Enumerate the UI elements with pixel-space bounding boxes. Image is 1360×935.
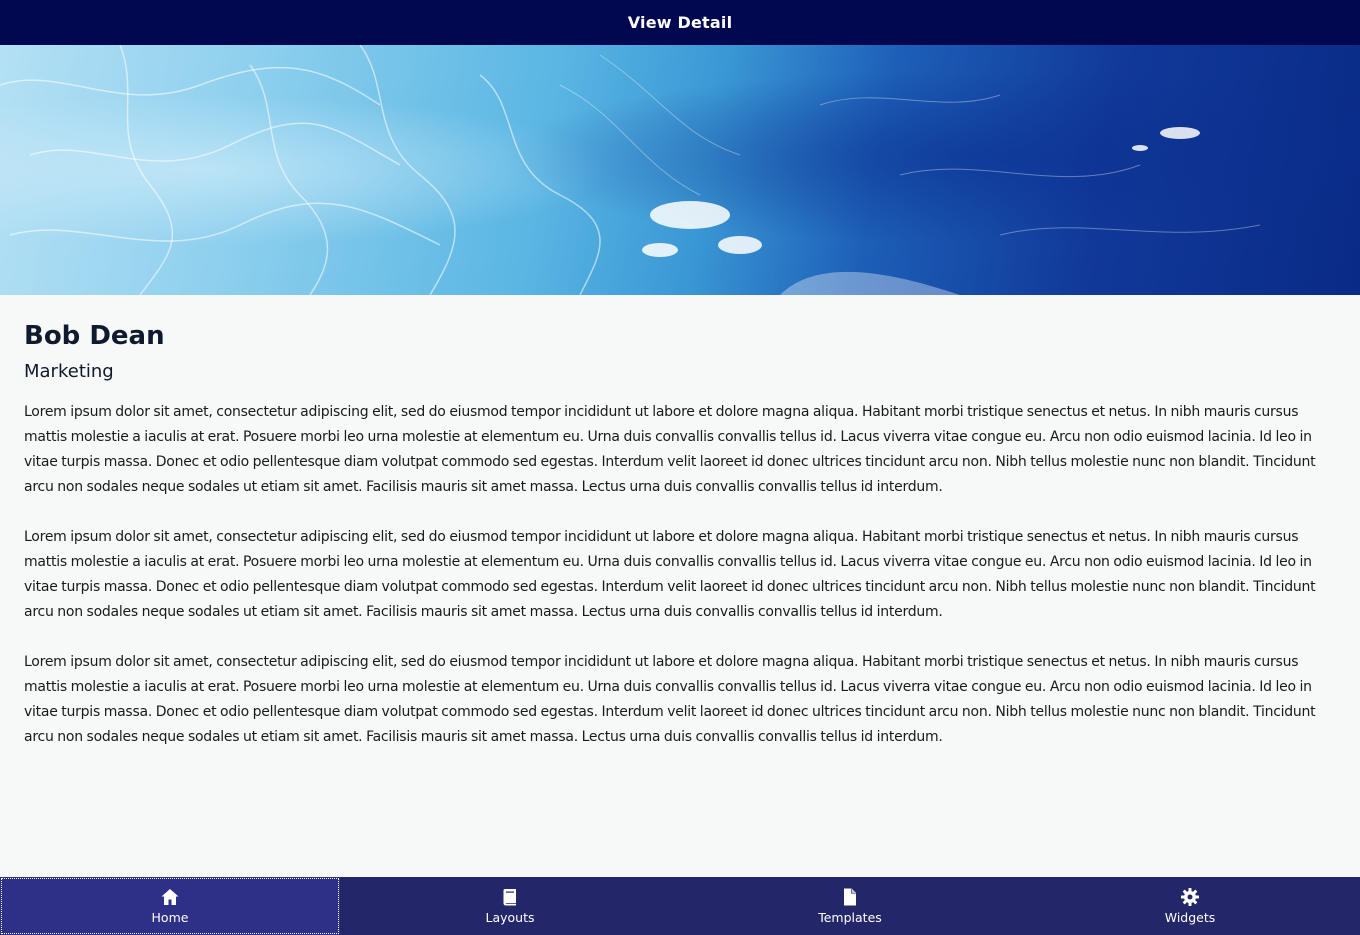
profile-department: Marketing bbox=[24, 361, 114, 382]
hero-banner bbox=[0, 45, 1360, 295]
description-paragraph: Lorem ipsum dolor sit amet, consectetur … bbox=[24, 529, 1316, 620]
gear-icon bbox=[1181, 887, 1199, 906]
page-title: View Detail bbox=[627, 13, 733, 32]
nav-item-templates[interactable]: Templates bbox=[680, 877, 1020, 935]
nav-item-widgets[interactable]: Widgets bbox=[1020, 877, 1360, 935]
nav-label: Widgets bbox=[1164, 909, 1216, 925]
ocean-water-wave-image bbox=[0, 45, 1360, 295]
nav-item-home[interactable]: Home bbox=[0, 877, 340, 935]
nav-item-layouts[interactable]: Layouts bbox=[340, 877, 680, 935]
app-header: View Detail bbox=[0, 0, 1360, 45]
file-icon bbox=[844, 888, 856, 905]
nav-label: Layouts bbox=[485, 909, 535, 925]
profile-name: Bob Dean bbox=[24, 321, 165, 351]
description-paragraph: Lorem ipsum dolor sit amet, consectetur … bbox=[24, 404, 1316, 495]
bottom-navigation: Home Layouts Templates Widgets bbox=[0, 877, 1360, 935]
description-paragraph: Lorem ipsum dolor sit amet, consectetur … bbox=[24, 654, 1316, 745]
nav-label: Home bbox=[151, 909, 189, 925]
nav-label: Templates bbox=[818, 909, 882, 925]
detail-content: Bob Dean Marketing Lorem ipsum dolor sit… bbox=[24, 295, 1336, 750]
book-icon bbox=[503, 888, 516, 905]
home-icon bbox=[161, 888, 179, 905]
